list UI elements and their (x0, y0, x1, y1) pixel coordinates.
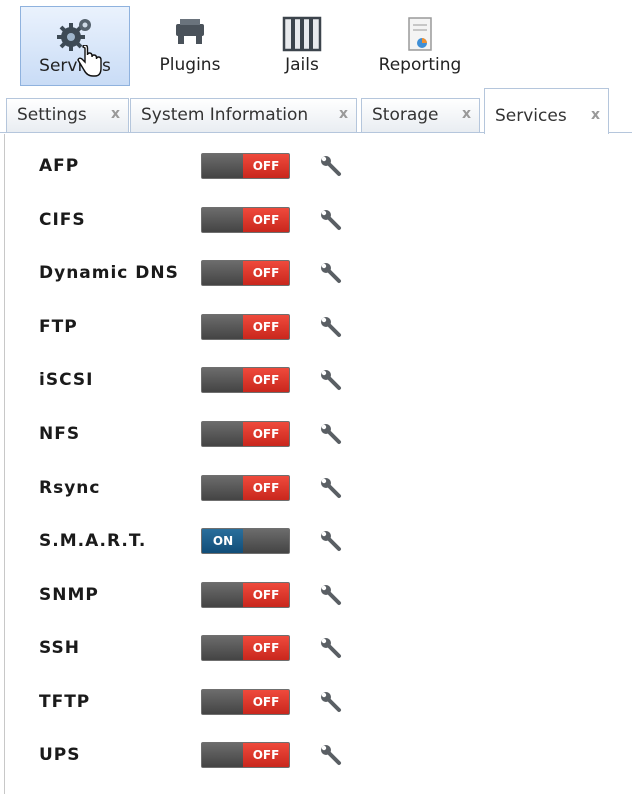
service-name: iSCSI (39, 370, 94, 390)
toggle-state: OFF (243, 476, 289, 500)
services-panel: AFP OFF CIFS OFF Dynamic DNS OFF FTP OFF… (4, 134, 629, 794)
tab-services[interactable]: Services x (484, 88, 609, 134)
wrench-icon[interactable] (319, 261, 343, 285)
service-toggle[interactable]: OFF (201, 475, 290, 501)
toggle-state: OFF (243, 690, 289, 714)
service-name: Dynamic DNS (39, 263, 179, 283)
service-toggle[interactable]: OFF (201, 742, 290, 768)
toggle-knob (202, 261, 244, 285)
close-icon[interactable]: x (591, 107, 600, 123)
top-toolbar: Services Plugins Jails Reporting (0, 0, 632, 88)
toggle-knob (202, 208, 244, 232)
service-name: S.M.A.R.T. (39, 531, 147, 551)
service-row-iscsi: iSCSI OFF (5, 362, 605, 402)
tab-services-label: Services (495, 106, 567, 126)
service-row-nfs: NFS OFF (5, 416, 605, 456)
wrench-icon[interactable] (319, 690, 343, 714)
jail-icon (282, 16, 322, 52)
toggle-state: OFF (243, 315, 289, 339)
wrench-icon[interactable] (319, 154, 343, 178)
toggle-state: OFF (243, 154, 289, 178)
toggle-state: OFF (243, 743, 289, 767)
service-row-dynamic-dns: Dynamic DNS OFF (5, 255, 605, 295)
service-toggle[interactable]: OFF (201, 153, 290, 179)
tab-settings[interactable]: Settings x (6, 98, 129, 132)
services-toolbar-button[interactable]: Services (20, 6, 130, 86)
service-row-cifs: CIFS OFF (5, 202, 605, 242)
service-toggle[interactable]: OFF (201, 260, 290, 286)
plugins-toolbar-button[interactable]: Plugins (140, 6, 240, 86)
service-row-smart: S.M.A.R.T. ON (5, 523, 605, 563)
close-icon[interactable]: x (111, 106, 120, 122)
toggle-state: OFF (243, 261, 289, 285)
jails-toolbar-label: Jails (285, 55, 319, 75)
service-toggle[interactable]: OFF (201, 367, 290, 393)
hand-cursor-icon (77, 45, 102, 77)
toggle-state: ON (202, 529, 244, 553)
service-name: UPS (39, 745, 81, 765)
tab-bar: Settings x System Information x Storage … (0, 88, 632, 134)
service-name: Rsync (39, 478, 101, 498)
service-toggle[interactable]: OFF (201, 314, 290, 340)
service-toggle[interactable]: OFF (201, 635, 290, 661)
service-name: SNMP (39, 585, 99, 605)
service-name: CIFS (39, 210, 86, 230)
toggle-knob (202, 636, 244, 660)
jails-toolbar-button[interactable]: Jails (252, 6, 352, 86)
service-toggle[interactable]: OFF (201, 689, 290, 715)
service-toggle[interactable]: OFF (201, 421, 290, 447)
service-toggle[interactable]: ON (201, 528, 290, 554)
service-row-ups: UPS OFF (5, 737, 605, 777)
service-row-ftp: FTP OFF (5, 309, 605, 349)
service-row-afp: AFP OFF (5, 148, 605, 188)
toggle-state: OFF (243, 208, 289, 232)
service-toggle[interactable]: OFF (201, 582, 290, 608)
wrench-icon[interactable] (319, 476, 343, 500)
service-name: NFS (39, 424, 81, 444)
toggle-state: OFF (243, 422, 289, 446)
tab-system-information[interactable]: System Information x (130, 98, 357, 132)
service-row-rsync: Rsync OFF (5, 470, 605, 510)
toggle-state: OFF (243, 636, 289, 660)
service-name: AFP (39, 156, 80, 176)
wrench-icon[interactable] (319, 368, 343, 392)
reporting-toolbar-label: Reporting (378, 55, 462, 75)
wrench-icon[interactable] (319, 583, 343, 607)
wrench-icon[interactable] (319, 743, 343, 767)
wrench-icon[interactable] (319, 208, 343, 232)
wrench-icon[interactable] (319, 315, 343, 339)
toggle-knob (202, 690, 244, 714)
service-name: FTP (39, 317, 78, 337)
service-toggle[interactable]: OFF (201, 207, 290, 233)
plugin-icon (176, 19, 204, 44)
service-name: TFTP (39, 692, 91, 712)
toggle-knob (202, 368, 244, 392)
toggle-knob (243, 529, 289, 553)
wrench-icon[interactable] (319, 529, 343, 553)
toggle-state: OFF (243, 368, 289, 392)
toggle-knob (202, 422, 244, 446)
tab-storage-label: Storage (372, 105, 439, 125)
toggle-state: OFF (243, 583, 289, 607)
services-toolbar-label: Services (39, 56, 111, 76)
toggle-knob (202, 476, 244, 500)
toggle-knob (202, 315, 244, 339)
wrench-icon[interactable] (319, 636, 343, 660)
report-icon (408, 17, 432, 51)
toggle-knob (202, 583, 244, 607)
toggle-knob (202, 154, 244, 178)
reporting-toolbar-button[interactable]: Reporting (368, 6, 472, 86)
tab-settings-label: Settings (17, 105, 87, 125)
close-icon[interactable]: x (462, 106, 471, 122)
close-icon[interactable]: x (339, 106, 348, 122)
service-name: SSH (39, 638, 80, 658)
wrench-icon[interactable] (319, 422, 343, 446)
service-row-tftp: TFTP OFF (5, 684, 605, 724)
plugins-toolbar-label: Plugins (159, 55, 221, 75)
service-row-ssh: SSH OFF (5, 630, 605, 670)
service-row-snmp: SNMP OFF (5, 577, 605, 617)
tab-storage[interactable]: Storage x (361, 98, 480, 132)
tab-system-information-label: System Information (141, 105, 309, 125)
toggle-knob (202, 743, 244, 767)
